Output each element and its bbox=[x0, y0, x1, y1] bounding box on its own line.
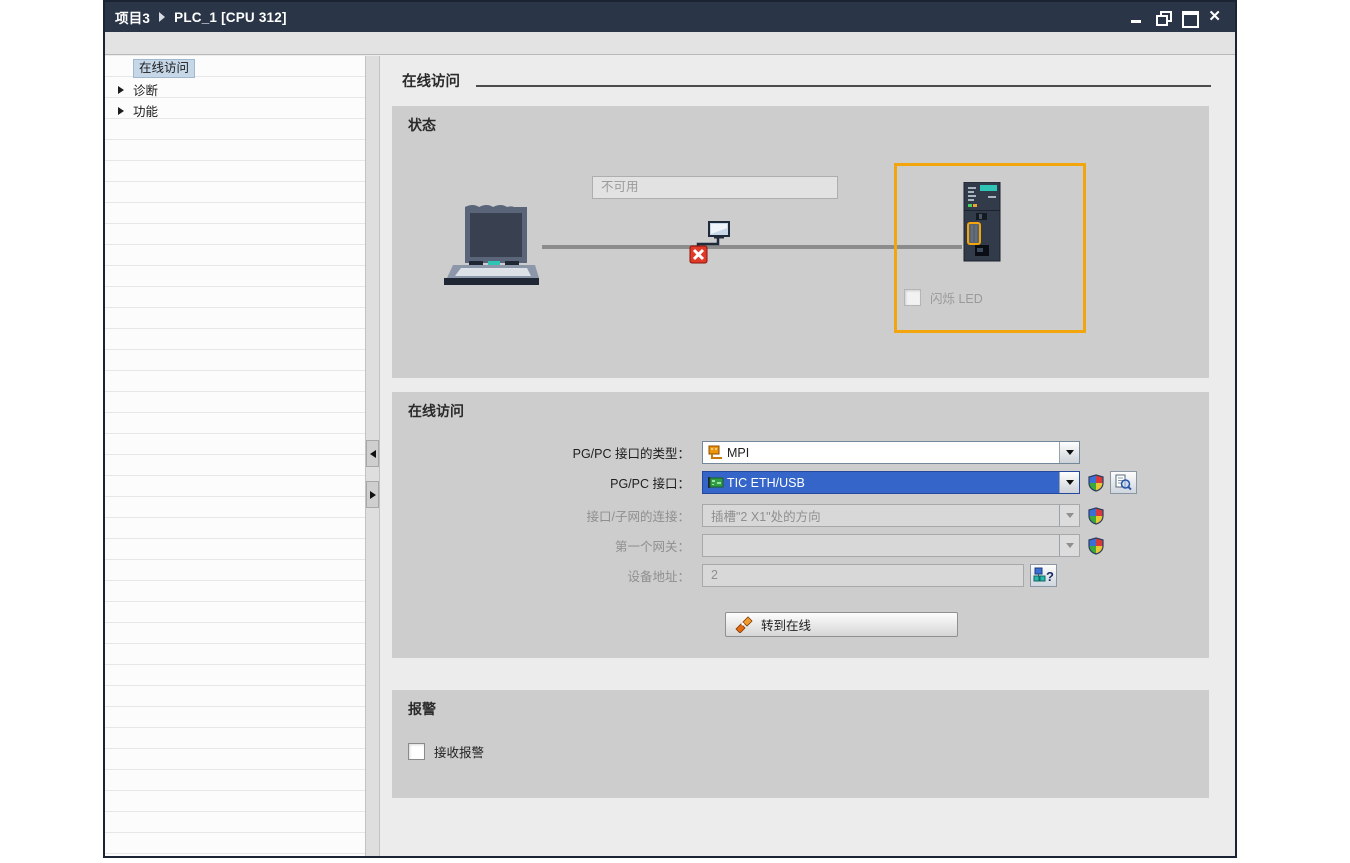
pg-pc-type-label: PG/PC 接口的类型： bbox=[392, 443, 702, 462]
expand-arrow-icon[interactable] bbox=[118, 86, 124, 94]
arrow-left-icon bbox=[370, 450, 376, 458]
dropdown-arrow-icon bbox=[1059, 535, 1079, 556]
go-online-plug-icon bbox=[735, 616, 753, 633]
subnet-label: 接口/子网的连接： bbox=[392, 506, 702, 525]
subnet-value: 插槽"2 X1"处的方向 bbox=[711, 506, 1059, 525]
gateway-row: 第一个网关： bbox=[392, 534, 1105, 557]
arrow-right-icon bbox=[370, 491, 376, 499]
flash-led-row: 闪烁 LED bbox=[904, 288, 983, 307]
page-title: 在线访问 bbox=[402, 70, 460, 91]
detect-interface-button[interactable] bbox=[1110, 471, 1137, 494]
breadcrumb-project: 项目3 bbox=[115, 7, 150, 27]
subnet-row: 接口/子网的连接： 插槽"2 X1"处的方向 bbox=[392, 504, 1105, 527]
device-address-label: 设备地址： bbox=[392, 566, 702, 585]
dropdown-arrow-icon[interactable] bbox=[1059, 472, 1079, 493]
navigation-sidebar: 在线访问 诊断 功能 bbox=[105, 56, 366, 856]
sidebar-item-functions[interactable]: 功能 bbox=[105, 100, 365, 121]
gateway-combobox bbox=[702, 534, 1080, 557]
breadcrumb-separator-icon bbox=[159, 12, 165, 22]
pg-pc-interface-label: PG/PC 接口： bbox=[392, 473, 702, 492]
subnet-combobox: 插槽"2 X1"处的方向 bbox=[702, 504, 1080, 527]
network-card-icon bbox=[703, 476, 727, 489]
flash-led-checkbox bbox=[904, 289, 921, 306]
flash-led-label: 闪烁 LED bbox=[930, 288, 983, 307]
plc-module-icon bbox=[963, 182, 1001, 267]
go-online-label: 转到在线 bbox=[761, 615, 811, 634]
title-rule bbox=[476, 85, 1211, 87]
device-address-input: 2 bbox=[702, 564, 1024, 587]
receive-alarms-label: 接收报警 bbox=[434, 742, 484, 761]
online-access-panel: 在线访问 PG/PC 接口的类型： MPI bbox=[392, 392, 1209, 658]
device-address-row: 设备地址： 2 ? bbox=[392, 564, 1057, 587]
maximize-icon[interactable] bbox=[1182, 11, 1196, 23]
pg-pc-interface-combobox[interactable]: TIC ETH/USB bbox=[702, 471, 1080, 494]
receive-alarms-row: 接收报警 bbox=[408, 742, 484, 761]
sidebar-item-online-access[interactable]: 在线访问 bbox=[105, 58, 365, 79]
collapse-left-handle[interactable] bbox=[366, 440, 379, 467]
dropdown-arrow-icon[interactable] bbox=[1059, 442, 1079, 463]
pg-pc-type-combobox[interactable]: MPI bbox=[702, 441, 1080, 464]
minimize-icon[interactable] bbox=[1130, 11, 1144, 23]
expand-arrow-icon[interactable] bbox=[118, 107, 124, 115]
pg-pc-interface-value: TIC ETH/USB bbox=[727, 476, 1059, 490]
main-content: 在线访问 状态 不可用 bbox=[380, 56, 1235, 856]
title-bar: 项目3 PLC_1 [CPU 312] ✕ bbox=[105, 2, 1235, 32]
online-access-title: 在线访问 bbox=[408, 401, 464, 421]
security-shield-icon bbox=[1087, 474, 1105, 492]
close-icon[interactable]: ✕ bbox=[1208, 11, 1221, 23]
gateway-label: 第一个网关： bbox=[392, 536, 702, 555]
svg-text:?: ? bbox=[1046, 569, 1054, 584]
receive-alarms-checkbox[interactable] bbox=[408, 743, 425, 760]
pg-pc-type-value: MPI bbox=[727, 446, 1059, 460]
mpi-plug-icon bbox=[703, 445, 727, 460]
accessible-devices-question-icon: ? bbox=[1033, 567, 1054, 584]
sidebar-item-diagnostics[interactable]: 诊断 bbox=[105, 79, 365, 100]
window-controls: ✕ bbox=[1130, 11, 1225, 23]
device-online-window: 项目3 PLC_1 [CPU 312] ✕ 在线访问 诊断 功能 在线访问 bbox=[103, 0, 1237, 858]
status-unavailable-field: 不可用 bbox=[592, 176, 838, 199]
accessible-devices-button[interactable]: ? bbox=[1030, 564, 1057, 587]
status-panel: 状态 不可用 bbox=[392, 106, 1209, 378]
pg-pc-interface-row: PG/PC 接口： TIC ETH/USB bbox=[392, 471, 1137, 494]
security-shield-icon bbox=[1087, 537, 1105, 555]
disconnected-red-x-icon bbox=[687, 221, 739, 272]
restore-icon[interactable] bbox=[1156, 11, 1170, 23]
breadcrumb-device: PLC_1 [CPU 312] bbox=[174, 10, 287, 25]
expand-right-handle[interactable] bbox=[366, 481, 379, 508]
dropdown-arrow-icon bbox=[1059, 505, 1079, 526]
toolbar-strip bbox=[105, 32, 1235, 55]
alarms-title: 报警 bbox=[408, 699, 436, 719]
go-online-button[interactable]: 转到在线 bbox=[725, 612, 958, 637]
alarms-panel: 报警 接收报警 bbox=[392, 690, 1209, 798]
security-shield-icon bbox=[1087, 507, 1105, 525]
list-magnifier-icon bbox=[1115, 474, 1132, 491]
sidebar-splitter[interactable] bbox=[366, 56, 380, 856]
pg-pc-type-row: PG/PC 接口的类型： MPI bbox=[392, 441, 1080, 464]
pg-pc-laptop-icon bbox=[439, 203, 539, 296]
status-title: 状态 bbox=[408, 115, 436, 135]
